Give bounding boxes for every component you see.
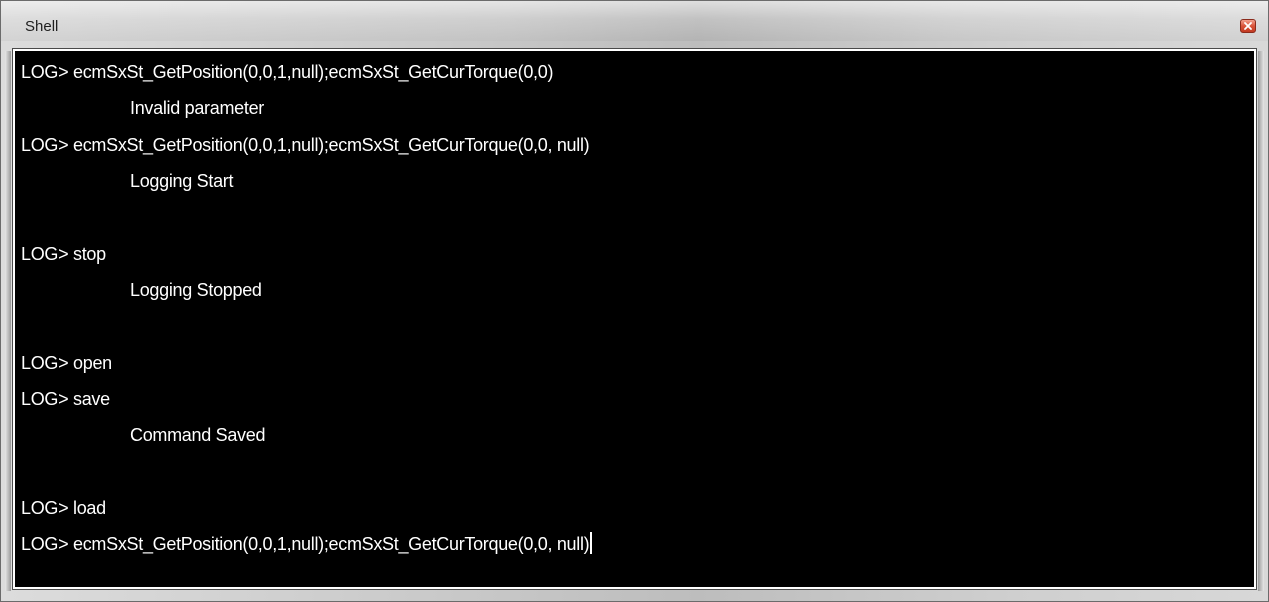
- command-input-line[interactable]: LOG> ecmSxSt_GetPosition(0,0,1,null);ecm…: [21, 532, 593, 556]
- shell-output-area[interactable]: LOG> ecmSxSt_GetPosition(0,0,1,null);ecm…: [12, 48, 1257, 590]
- log-response: Logging Start: [130, 171, 234, 191]
- log-response: Command Saved: [130, 425, 266, 445]
- right-frame-edge: [1258, 51, 1264, 591]
- close-icon: [1244, 22, 1252, 30]
- log-line: LOG> open: [21, 353, 112, 373]
- log-line: LOG> stop: [21, 244, 106, 264]
- text-caret: [590, 532, 593, 554]
- close-button[interactable]: [1240, 19, 1256, 33]
- left-frame-edge: [5, 51, 11, 591]
- log-response: Logging Stopped: [130, 280, 262, 300]
- log-line: LOG> load: [21, 498, 106, 518]
- log-line: LOG> ecmSxSt_GetPosition(0,0,1,null);ecm…: [21, 135, 590, 155]
- shell-window: Shell LOG> ecmSxSt_GetPosition(0,0,1,nul…: [0, 0, 1269, 602]
- title-bar[interactable]: Shell: [1, 1, 1268, 41]
- command-input-text: LOG> ecmSxSt_GetPosition(0,0,1,null);ecm…: [21, 534, 590, 554]
- log-line: LOG> save: [21, 389, 110, 409]
- window-title: Shell: [25, 18, 59, 35]
- log-response: Invalid parameter: [130, 98, 264, 118]
- log-line: LOG> ecmSxSt_GetPosition(0,0,1,null);ecm…: [21, 62, 554, 82]
